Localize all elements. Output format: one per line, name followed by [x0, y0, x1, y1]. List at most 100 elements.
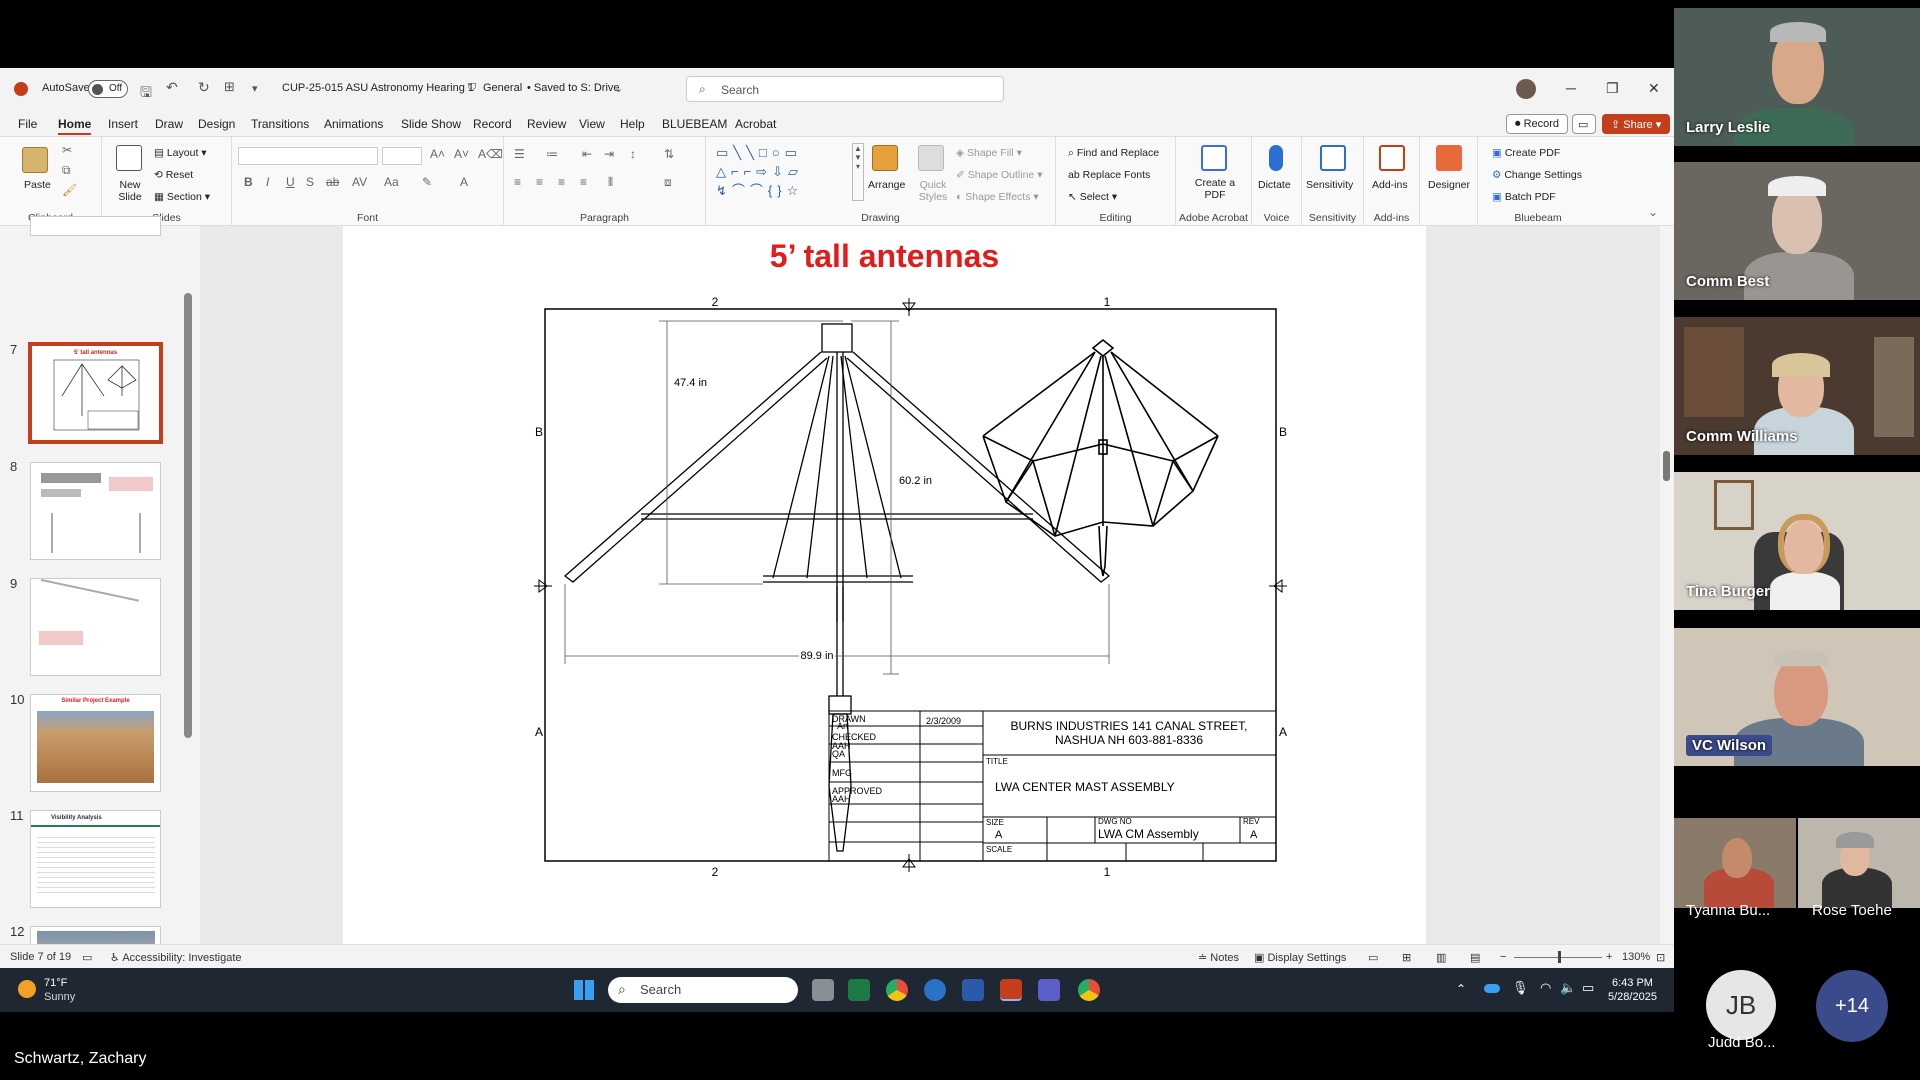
- text-direction-icon[interactable]: ⇅: [664, 147, 674, 161]
- shape-outline-button[interactable]: ✐ Shape Outline ▾: [956, 169, 1042, 181]
- search-input[interactable]: ⌕ Search: [686, 76, 1004, 102]
- more-participants-button[interactable]: +14: [1816, 970, 1888, 1042]
- font-name-input[interactable]: [238, 147, 378, 165]
- columns-icon[interactable]: ⫴: [608, 175, 613, 190]
- bluebeam-create-pdf-button[interactable]: ▣ Create PDF: [1492, 147, 1560, 159]
- present-icon[interactable]: ⊞: [224, 79, 235, 95]
- strikethrough-icon[interactable]: ab: [326, 175, 339, 189]
- decrease-indent-icon[interactable]: ⇤: [582, 147, 592, 161]
- file-explorer-icon[interactable]: [812, 979, 834, 1001]
- smartart-icon[interactable]: ⧈: [664, 175, 672, 190]
- tab-transitions[interactable]: Transitions: [251, 117, 309, 131]
- avatar[interactable]: JB: [1706, 970, 1776, 1040]
- tab-file[interactable]: File: [18, 117, 37, 131]
- slide-thumbnail-8[interactable]: [30, 462, 161, 560]
- shape-effects-button[interactable]: ◐ Shape Effects ▾: [956, 191, 1039, 203]
- accessibility-status[interactable]: ♿ Accessibility: Investigate: [110, 951, 242, 964]
- chrome-icon[interactable]: [886, 979, 908, 1001]
- slide-thumbnail-6[interactable]: [30, 216, 161, 236]
- undo-icon[interactable]: ↶: [166, 79, 178, 96]
- tab-help[interactable]: Help: [620, 117, 645, 131]
- restore-icon[interactable]: ❐: [1606, 80, 1619, 97]
- shape-fill-button[interactable]: ◈ Shape Fill ▾: [956, 147, 1022, 159]
- slide-thumbnail-12[interactable]: [30, 926, 161, 946]
- reading-view-icon[interactable]: ▥: [1436, 951, 1446, 964]
- shapes-gallery[interactable]: ▭╲╲□○▭ △⌐⌐⇨⇩▱ ↯⌒⌒{}☆: [712, 143, 852, 201]
- wifi-icon[interactable]: ◠: [1540, 980, 1551, 996]
- taskbar-search[interactable]: ⌕ Search: [608, 977, 798, 1003]
- canvas-scroll-thumb[interactable]: [1663, 451, 1670, 481]
- format-painter-icon[interactable]: 🖌: [62, 183, 77, 197]
- chrome-icon[interactable]: [1078, 979, 1100, 1001]
- notes-button[interactable]: ≐ Notes: [1198, 951, 1239, 964]
- replace-fonts-button[interactable]: ab Replace Fonts: [1068, 169, 1150, 181]
- mic-muted-icon[interactable]: 🎙: [1512, 980, 1529, 996]
- tab-slide-show[interactable]: Slide Show: [401, 117, 461, 131]
- tab-acrobat[interactable]: Acrobat: [735, 117, 776, 131]
- start-icon[interactable]: [574, 980, 594, 1000]
- customize-toolbar-icon[interactable]: ▾: [252, 82, 258, 95]
- cut-icon[interactable]: ✂: [62, 143, 72, 157]
- fit-slide-icon[interactable]: ⊡: [1656, 951, 1665, 964]
- designer-button[interactable]: Designer: [1428, 179, 1470, 191]
- tab-view[interactable]: View: [579, 117, 605, 131]
- redo-icon[interactable]: ↻: [198, 79, 210, 96]
- select-button[interactable]: ↖ Select ▾: [1068, 191, 1117, 203]
- section-button[interactable]: ▦ Section ▾: [154, 191, 210, 203]
- minimize-icon[interactable]: ─: [1566, 80, 1576, 96]
- participant-tile[interactable]: VC Wilson: [1674, 628, 1920, 766]
- addins-button[interactable]: Add-ins: [1372, 179, 1408, 191]
- zoom-out-icon[interactable]: −: [1500, 951, 1506, 963]
- line-spacing-icon[interactable]: ↕: [630, 147, 636, 161]
- engineering-drawing[interactable]: 2 1 B B A A 2 1 47.4 in 60.2 in 89.9 in …: [343, 226, 1426, 944]
- font-size-input[interactable]: [382, 147, 422, 165]
- display-settings-button[interactable]: ▣ Display Settings: [1254, 951, 1346, 964]
- find-replace-button[interactable]: ⌕ Find and Replace: [1068, 147, 1159, 160]
- save-icon[interactable]: 🖫: [140, 82, 152, 106]
- participant-tile[interactable]: Comm Best: [1674, 162, 1920, 300]
- chat-icon[interactable]: [924, 979, 946, 1001]
- reset-button[interactable]: ⟲ Reset: [154, 169, 193, 181]
- excel-icon[interactable]: [848, 979, 870, 1001]
- thumbnail-scrollbar[interactable]: [184, 293, 192, 738]
- change-case-icon[interactable]: Aa: [384, 175, 399, 189]
- tab-insert[interactable]: Insert: [108, 117, 138, 131]
- tab-record[interactable]: Record: [473, 117, 512, 131]
- battery-icon[interactable]: ▭: [1582, 980, 1594, 996]
- avatar[interactable]: [1516, 79, 1536, 99]
- saved-status[interactable]: • Saved to S: Drive: [527, 82, 620, 94]
- record-button[interactable]: ⏺ Record: [1506, 114, 1569, 134]
- clock-time[interactable]: 6:43 PM: [1612, 977, 1653, 989]
- increase-indent-icon[interactable]: ⇥: [604, 147, 614, 161]
- tab-animations[interactable]: Animations: [324, 117, 383, 131]
- participant-tile[interactable]: Tina Burger: [1674, 472, 1920, 610]
- clock-date[interactable]: 5/28/2025: [1608, 991, 1657, 1003]
- shadow-icon[interactable]: S: [306, 175, 314, 189]
- sensitivity-label[interactable]: General: [483, 82, 522, 94]
- italic-icon[interactable]: I: [266, 175, 269, 189]
- create-pdf-button[interactable]: Create a PDF: [1190, 177, 1240, 201]
- participant-tile[interactable]: [1798, 818, 1920, 908]
- bold-icon[interactable]: B: [244, 175, 253, 189]
- highlight-icon[interactable]: ✎: [422, 175, 432, 189]
- tab-home[interactable]: Home: [58, 117, 92, 135]
- dictate-button[interactable]: Dictate: [1258, 179, 1291, 191]
- slide-sorter-icon[interactable]: ⊞: [1402, 951, 1411, 964]
- new-slide-button[interactable]: New Slide: [114, 179, 146, 203]
- zoom-in-icon[interactable]: +: [1606, 951, 1612, 963]
- align-right-icon[interactable]: ≡: [558, 175, 565, 189]
- char-spacing-icon[interactable]: AV: [352, 175, 367, 189]
- shapes-gallery-scroll[interactable]: ▲ ▼ ▾: [852, 143, 864, 201]
- tab-design[interactable]: Design: [198, 117, 235, 131]
- paste-button[interactable]: Paste: [24, 179, 51, 191]
- clear-format-icon[interactable]: A⌫: [478, 147, 503, 161]
- zoom-level[interactable]: 130%: [1622, 951, 1650, 963]
- tab-draw[interactable]: Draw: [155, 117, 183, 131]
- participant-tile[interactable]: Comm Williams: [1674, 317, 1920, 455]
- spell-check-icon[interactable]: ▭: [82, 951, 92, 964]
- justify-icon[interactable]: ≡: [580, 175, 587, 189]
- share-button[interactable]: ⇪ Share ▾: [1602, 114, 1671, 134]
- copy-icon[interactable]: ⧉: [62, 163, 71, 178]
- teams-icon[interactable]: [1038, 979, 1060, 1001]
- underline-icon[interactable]: U: [286, 175, 295, 189]
